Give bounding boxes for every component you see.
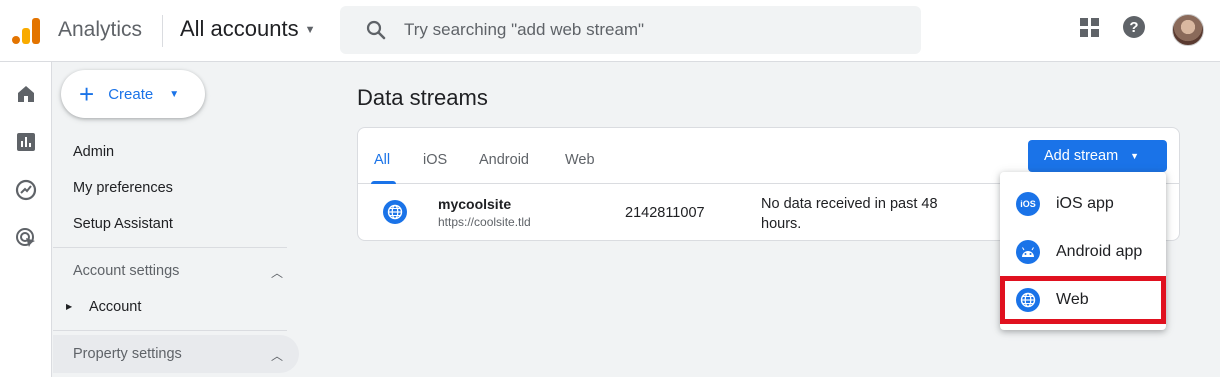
- stream-url: https://coolsite.tld: [438, 215, 531, 229]
- explore-icon[interactable]: [14, 178, 38, 202]
- analytics-logo[interactable]: [12, 16, 40, 44]
- search-icon: [366, 20, 386, 40]
- add-stream-label: Add stream: [1044, 148, 1119, 164]
- menu-item-ios-app[interactable]: iOS iOS app: [1000, 180, 1166, 228]
- nav-divider: [53, 330, 287, 331]
- menu-item-web[interactable]: Web: [1000, 276, 1166, 324]
- chevron-up-icon[interactable]: ︿: [271, 264, 283, 281]
- advertising-icon[interactable]: [14, 226, 38, 250]
- menu-item-label: Android app: [1056, 243, 1143, 260]
- ios-icon: iOS: [1016, 192, 1040, 216]
- left-rail: [0, 62, 52, 377]
- menu-item-label: Web: [1056, 291, 1089, 308]
- expand-arrow-icon[interactable]: ▶: [66, 302, 72, 311]
- add-stream-button[interactable]: Add stream ▼: [1028, 140, 1167, 172]
- account-selector-label: All accounts: [180, 16, 299, 41]
- add-stream-menu: iOS iOS app Android app Web: [1000, 172, 1166, 330]
- tab-web[interactable]: Web: [565, 152, 595, 168]
- account-avatar[interactable]: [1172, 14, 1204, 46]
- home-icon[interactable]: [14, 82, 38, 106]
- create-label: Create: [108, 85, 154, 103]
- search-input[interactable]: [404, 20, 884, 40]
- menu-item-label: iOS app: [1056, 195, 1114, 212]
- reports-icon[interactable]: [14, 130, 38, 154]
- apps-grid-icon[interactable]: [1080, 17, 1099, 37]
- search-bar[interactable]: [340, 6, 921, 54]
- caret-down-icon: ▼: [1130, 151, 1140, 161]
- admin-nav-panel: + Create ▼ Admin My preferences Setup As…: [53, 62, 306, 377]
- stream-status: No data received in past 48 hours.: [761, 196, 938, 232]
- nav-item-admin[interactable]: Admin: [73, 144, 114, 160]
- chevron-up-icon[interactable]: ︿: [271, 347, 283, 364]
- property-settings-header[interactable]: Property settings: [73, 346, 182, 362]
- plus-icon: +: [79, 79, 95, 109]
- android-icon: [1016, 240, 1040, 264]
- caret-down-icon: ▼: [304, 24, 316, 36]
- stream-id: 2142811007: [625, 205, 705, 221]
- help-icon[interactable]: ?: [1123, 16, 1145, 38]
- menu-item-android-app[interactable]: Android app: [1000, 228, 1166, 276]
- nav-item-setup-assistant[interactable]: Setup Assistant: [73, 216, 173, 232]
- globe-icon: [383, 200, 407, 224]
- tab-all[interactable]: All: [374, 152, 390, 168]
- globe-icon: [1016, 288, 1040, 312]
- header-divider: [162, 15, 163, 47]
- page-title: Data streams: [357, 85, 488, 110]
- nav-item-my-preferences[interactable]: My preferences: [73, 180, 173, 196]
- nav-item-account[interactable]: Account: [89, 299, 141, 315]
- product-name: Analytics: [58, 18, 143, 41]
- create-button[interactable]: + Create ▼: [61, 70, 205, 118]
- account-selector[interactable]: All accounts ▼: [180, 16, 316, 42]
- tab-ios[interactable]: iOS: [423, 152, 447, 168]
- nav-divider: [53, 247, 287, 248]
- stream-name: mycoolsite: [438, 196, 512, 212]
- account-settings-header[interactable]: Account settings: [73, 263, 179, 279]
- tab-android[interactable]: Android: [479, 152, 529, 168]
- caret-down-icon: ▼: [169, 88, 180, 100]
- top-app-bar: Analytics All accounts ▼ ?: [0, 0, 1220, 62]
